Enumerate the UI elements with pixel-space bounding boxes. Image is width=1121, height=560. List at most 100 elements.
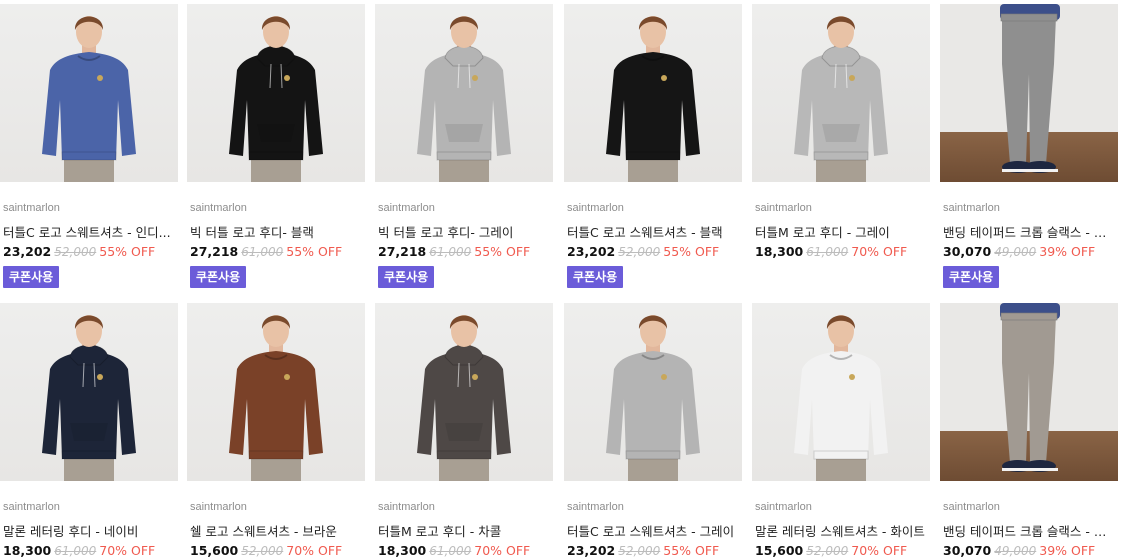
product-name[interactable]: 터틀C 로고 스웨트셔츠 - 그레이: [567, 521, 739, 540]
product-card[interactable]: saintmarlon 밴딩 테이퍼드 크롭 슬랙스 - 그... 30,070…: [940, 4, 1118, 288]
product-card[interactable]: saintmarlon 터틀C 로고 스웨트셔츠 - 블랙 23,202 52,0…: [564, 4, 742, 288]
product-image[interactable]: [940, 303, 1118, 481]
hem: [248, 151, 304, 161]
discount-rate: 70% OFF: [286, 543, 343, 558]
sale-price: 23,202: [3, 244, 52, 259]
sale-price: 23,202: [567, 244, 616, 259]
sale-price: 27,218: [378, 244, 427, 259]
product-brand[interactable]: saintmarlon: [755, 501, 812, 513]
hood: [444, 45, 484, 67]
product-photo: [417, 315, 511, 481]
product-brand[interactable]: saintmarlon: [190, 501, 247, 513]
kangaroo-pocket: [445, 423, 483, 441]
product-brand[interactable]: saintmarlon: [943, 202, 1000, 214]
logo-emblem: [97, 75, 103, 81]
discount-rate: 55% OFF: [99, 244, 156, 259]
discount-rate: 39% OFF: [1039, 244, 1096, 259]
original-price: 61,000: [429, 245, 472, 259]
original-price: 61,000: [429, 544, 472, 558]
product-image[interactable]: [375, 4, 553, 182]
product-card[interactable]: saintmarlon 말론 레터링 후디 - 네이비 18,300 61,000…: [0, 303, 178, 558]
product-card[interactable]: saintmarlon 말론 레터링 스웨트셔츠 - 화이트 15,600 52,…: [752, 303, 930, 558]
product-name[interactable]: 밴딩 테이퍼드 크롭 슬랙스 - 모...: [943, 521, 1115, 540]
product-image[interactable]: [940, 4, 1118, 182]
product-card[interactable]: saintmarlon 빅 터틀 로고 후디- 그레이 27,218 61,000…: [375, 4, 553, 288]
product-card[interactable]: saintmarlon 빅 터틀 로고 후디- 블랙 27,218 61,000 5…: [187, 4, 365, 288]
product-name[interactable]: 터틀C 로고 스웨트셔츠 - 인디...: [3, 222, 175, 241]
original-price: 52,000: [618, 245, 661, 259]
product-card[interactable]: saintmarlon 터틀M 로고 후디 - 그레이 18,300 61,000…: [752, 4, 930, 259]
product-brand[interactable]: saintmarlon: [567, 501, 624, 513]
product-image[interactable]: [0, 4, 178, 182]
price-row: 18,300 61,000 70% OFF: [3, 543, 155, 558]
sale-price: 18,300: [378, 543, 427, 558]
coupon-badge[interactable]: 쿠폰사용: [943, 266, 1000, 288]
product-card[interactable]: saintmarlon 밴딩 테이퍼드 크롭 슬랙스 - 모... 30,070…: [940, 303, 1118, 558]
product-brand[interactable]: saintmarlon: [3, 501, 60, 513]
product-brand[interactable]: saintmarlon: [190, 202, 247, 214]
hoodie-garment: [42, 351, 136, 459]
kangaroo-pocket: [822, 124, 860, 142]
product-image[interactable]: [187, 303, 365, 481]
product-image[interactable]: [375, 303, 553, 481]
original-price: 52,000: [241, 544, 284, 558]
product-image[interactable]: [0, 303, 178, 481]
coupon-badge[interactable]: 쿠폰사용: [567, 266, 624, 288]
product-brand[interactable]: saintmarlon: [567, 202, 624, 214]
sale-price: 15,600: [755, 543, 804, 558]
product-card[interactable]: saintmarlon 터틀C 로고 스웨트셔츠 - 그레이 23,202 52,…: [564, 303, 742, 558]
product-photo: [42, 16, 136, 182]
hoodie-garment: [417, 351, 511, 459]
product-image[interactable]: [187, 4, 365, 182]
product-card[interactable]: saintmarlon 터틀C 로고 스웨트셔츠 - 인디... 23,202 5…: [0, 4, 178, 288]
product-name[interactable]: 밴딩 테이퍼드 크롭 슬랙스 - 그...: [943, 222, 1115, 241]
hem: [813, 151, 869, 161]
product-brand[interactable]: saintmarlon: [755, 202, 812, 214]
product-card[interactable]: saintmarlon 터틀M 로고 후디 - 차콜 18,300 61,000 7…: [375, 303, 553, 558]
hem: [248, 450, 304, 460]
logo-emblem: [284, 75, 290, 81]
product-name[interactable]: 쉘 로고 스웨트셔츠 - 브라운: [190, 521, 362, 540]
sale-price: 30,070: [943, 244, 992, 259]
price-row: 15,600 52,000 70% OFF: [190, 543, 342, 558]
coupon-badge[interactable]: 쿠폰사용: [190, 266, 247, 288]
product-brand[interactable]: saintmarlon: [378, 202, 435, 214]
coupon-badge[interactable]: 쿠폰사용: [3, 266, 60, 288]
hem: [61, 450, 117, 460]
product-name[interactable]: 터틀M 로고 후디 - 차콜: [378, 521, 550, 540]
product-brand[interactable]: saintmarlon: [3, 202, 60, 214]
hem: [813, 450, 869, 460]
product-brand[interactable]: saintmarlon: [943, 501, 1000, 513]
product-name[interactable]: 말론 레터링 스웨트셔츠 - 화이트: [755, 521, 927, 540]
hem: [436, 450, 492, 460]
product-photo: [1000, 4, 1060, 173]
product-name[interactable]: 빅 터틀 로고 후디- 블랙: [190, 222, 362, 241]
product-image[interactable]: [564, 303, 742, 481]
hem: [436, 151, 492, 161]
original-price: 49,000: [994, 544, 1037, 558]
product-name[interactable]: 터틀C 로고 스웨트셔츠 - 블랙: [567, 222, 739, 241]
sale-price: 15,600: [190, 543, 239, 558]
product-name[interactable]: 터틀M 로고 후디 - 그레이: [755, 222, 927, 241]
product-brand[interactable]: saintmarlon: [378, 501, 435, 513]
product-name[interactable]: 빅 터틀 로고 후디- 그레이: [378, 222, 550, 241]
kangaroo-pocket: [445, 124, 483, 142]
product-image[interactable]: [752, 4, 930, 182]
product-photo: [794, 315, 888, 481]
original-price: 61,000: [54, 544, 97, 558]
original-price: 52,000: [618, 544, 661, 558]
original-price: 52,000: [806, 544, 849, 558]
hem: [625, 151, 681, 161]
hoodie-garment: [794, 52, 888, 160]
product-image[interactable]: [564, 4, 742, 182]
discount-rate: 70% OFF: [99, 543, 156, 558]
product-image[interactable]: [752, 303, 930, 481]
product-card[interactable]: saintmarlon 쉘 로고 스웨트셔츠 - 브라운 15,600 52,00…: [187, 303, 365, 558]
kangaroo-pocket: [257, 124, 295, 142]
product-name[interactable]: 말론 레터링 후디 - 네이비: [3, 521, 175, 540]
slacks-garment: [1002, 16, 1056, 164]
discount-rate: 55% OFF: [286, 244, 343, 259]
hoodie-garment: [417, 52, 511, 160]
coupon-badge[interactable]: 쿠폰사용: [378, 266, 435, 288]
price-row: 18,300 61,000 70% OFF: [378, 543, 530, 558]
